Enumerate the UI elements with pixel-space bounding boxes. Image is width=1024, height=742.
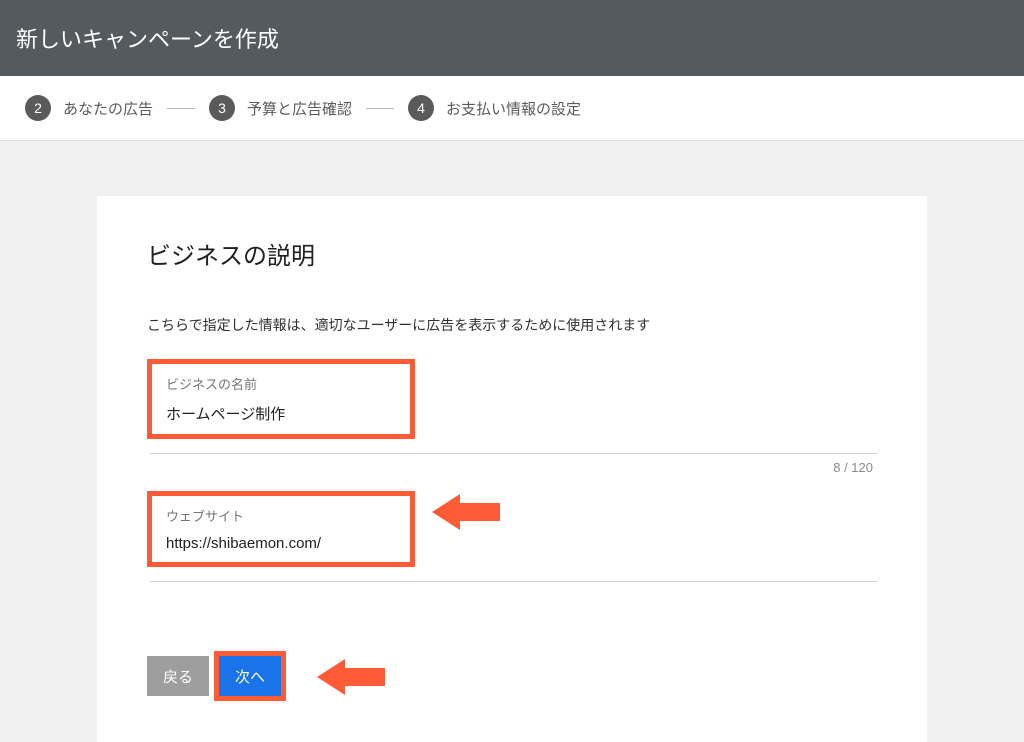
step-2[interactable]: 2 あなたの広告 — [25, 95, 153, 121]
business-name-value[interactable]: ホームページ制作 — [166, 403, 396, 424]
header-bar: 新しいキャンペーンを作成 — [0, 0, 1024, 76]
website-value[interactable]: https://shibaemon.com/ — [166, 535, 396, 552]
step-3[interactable]: 3 予算と広告確認 — [209, 95, 352, 121]
char-counter: 8 / 120 — [147, 460, 877, 475]
next-button[interactable]: 次へ — [219, 656, 281, 696]
step-circle-4: 4 — [408, 95, 434, 121]
back-button[interactable]: 戻る — [147, 656, 209, 696]
highlight-box-website: ウェブサイト https://shibaemon.com/ — [147, 491, 415, 567]
step-connector — [167, 108, 195, 109]
step-circle-2: 2 — [25, 95, 51, 121]
form-card: ビジネスの説明 こちらで指定した情報は、適切なユーザーに広告を表示するために使用… — [97, 196, 927, 742]
business-name-label: ビジネスの名前 — [166, 374, 396, 393]
highlight-box-business-name: ビジネスの名前 ホームページ制作 — [147, 359, 415, 439]
step-label: あなたの広告 — [63, 98, 153, 119]
business-name-field[interactable]: ビジネスの名前 ホームページ制作 — [147, 359, 877, 439]
page-title: ビジネスの説明 — [147, 236, 877, 271]
step-4[interactable]: 4 お支払い情報の設定 — [408, 95, 581, 121]
helper-text: こちらで指定した情報は、適切なユーザーに広告を表示するために使用されます — [147, 315, 877, 335]
website-label: ウェブサイト — [166, 506, 396, 525]
buttons-row: 戻る 次へ — [147, 656, 877, 696]
step-connector — [366, 108, 394, 109]
header-title: 新しいキャンペーンを作成 — [16, 22, 279, 54]
stepper-bar: 2 あなたの広告 3 予算と広告確認 4 お支払い情報の設定 — [0, 76, 1024, 141]
arrow-left-icon — [317, 653, 385, 706]
step-label: 予算と広告確認 — [247, 98, 352, 119]
step-label: お支払い情報の設定 — [446, 98, 581, 119]
arrow-left-icon — [432, 488, 500, 541]
website-field[interactable]: ウェブサイト https://shibaemon.com/ — [147, 491, 877, 567]
step-circle-3: 3 — [209, 95, 235, 121]
